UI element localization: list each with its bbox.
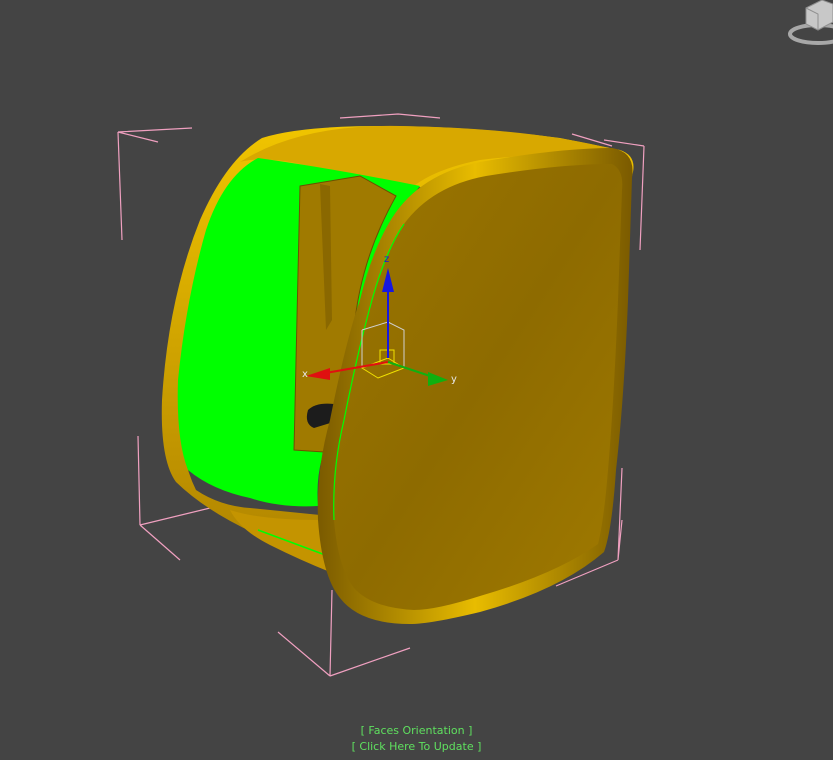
view-cube-icon[interactable] — [788, 0, 833, 45]
faces-orientation-label[interactable]: [ Faces Orientation ] — [0, 724, 833, 737]
gizmo-x-label: x — [302, 369, 308, 380]
gizmo-z-label: z — [384, 254, 389, 265]
click-to-update-button[interactable]: [ Click Here To Update ] — [0, 740, 833, 753]
gizmo-y-label: y — [451, 374, 457, 385]
viewport-canvas[interactable]: z x y — [0, 0, 833, 760]
